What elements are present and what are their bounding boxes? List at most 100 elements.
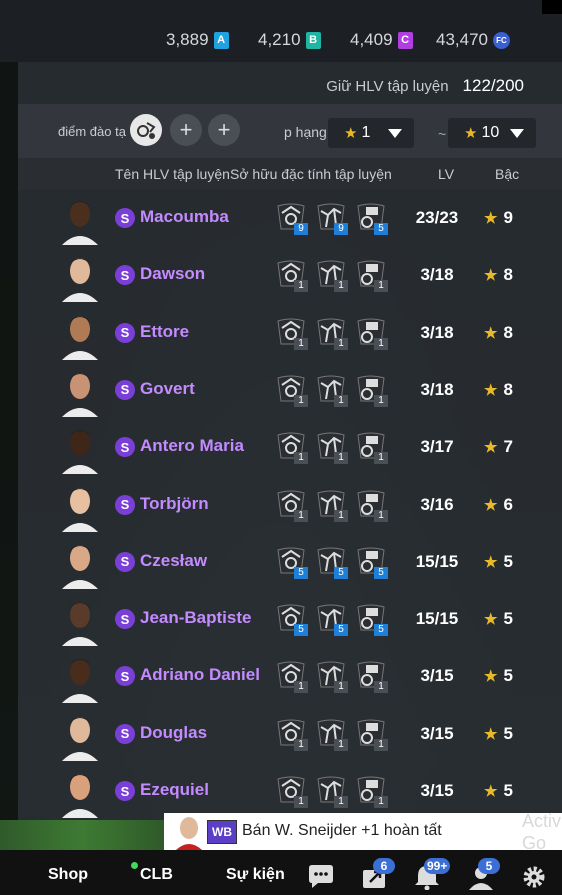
coach-name: Douglas [140,722,208,742]
filter-bar: điểm đào tạ + + p hạng ★ 1 ~ ★ 10 [18,104,562,158]
add-trait-filter-button[interactable]: + [170,114,202,146]
coach-avatar [62,258,98,303]
trait-level: 1 [294,681,308,694]
notification-toast[interactable]: WB Bán W. Sneijder +1 hoàn tất [164,813,562,850]
coach-row[interactable]: S Jean-Baptiste 5 5 5 15/15 ★ 5 [18,592,562,649]
trait-level: 1 [294,452,308,465]
trait-badge: 1 [276,318,308,350]
coach-grade-badge: S [115,551,135,572]
coach-row[interactable]: S Govert 1 1 1 3/18 ★ 8 [18,363,562,420]
trait-badge: 1 [316,318,348,350]
col-name[interactable]: Tên HLV tập luyện [115,166,230,182]
coach-name: Czesław [140,550,208,570]
trait-level: 1 [374,509,388,522]
coach-level: 3/15 [420,723,454,743]
coach-row[interactable]: S Antero Maria 1 1 1 3/17 ★ 7 [18,420,562,477]
col-traits[interactable]: Sở hữu đặc tính tập luyện [230,166,392,182]
coach-level: 15/15 [415,609,459,629]
col-lv[interactable]: LV [438,166,454,182]
trait-level: 1 [294,509,308,522]
coach-traits: 5 5 5 [276,604,388,637]
coach-grade-badge: S [115,666,135,687]
nav-clb[interactable]: CLB [140,866,173,884]
currency-1: 4,210 B [258,30,321,50]
nav-shop[interactable]: Shop [48,866,88,884]
coach-traits: 1 1 1 [276,661,388,694]
coach-row[interactable]: S Dawson 1 1 1 3/18 ★ 8 [18,248,562,305]
coach-traits: 1 1 1 [276,375,388,407]
trait-badge: 1 [276,719,308,751]
coach-avatar [62,315,98,360]
wb-badge: WB [207,820,237,844]
coach-grade-badge: S [115,723,135,744]
coach-rank-value: 9 [503,208,513,227]
coach-grade-badge: S [115,322,135,343]
star-icon: ★ [484,267,498,285]
coach-row[interactable]: S Czesław 5 5 5 15/15 ★ 5 [18,535,562,592]
coach-rank-value: 5 [503,551,513,571]
chat-icon[interactable] [306,864,336,890]
coach-name: Antero Maria [140,436,244,456]
coach-row[interactable]: S Macoumba 9 9 5 23/23 ★ 9 [18,191,562,248]
chevron-down-icon [510,129,524,138]
notification-badge: 99+ [424,858,451,874]
currency-0: 3,889 A [166,30,229,50]
coach-grade-badge: S [115,494,135,515]
trait-level: 1 [294,280,308,293]
star-icon: ★ [484,725,498,743]
coach-name: Ezequiel [140,780,209,799]
col-rank[interactable]: Bậc [495,166,519,182]
trait-badge: 1 [276,375,308,407]
coach-rank-value: 8 [503,322,513,342]
left-strip [0,62,18,820]
trait-badge: 1 [316,260,348,293]
trait-level: 5 [294,624,308,637]
nav-events[interactable]: Sự kiện [226,866,285,884]
trait-badge: 1 [316,432,348,465]
star-icon: ★ [484,381,498,399]
trait-level: 1 [334,452,348,465]
star-icon: ★ [464,125,478,142]
trait-badge: 1 [356,318,388,350]
gear-icon[interactable] [519,864,549,890]
star-icon: ★ [484,611,498,629]
coach-rank-value: 8 [503,379,513,399]
trait-badge: 5 [356,203,388,235]
coach-row[interactable]: S Douglas 1 1 1 3/15 ★ 5 [18,707,562,764]
coach-rank: ★ 5 [484,666,513,686]
coach-count-label: Giữ HLV tập luyện [326,78,449,95]
trait-level: 1 [334,394,348,407]
trait-badge: 5 [316,604,348,637]
trait-level: 1 [334,681,348,694]
coach-row[interactable]: S Adriano Daniel 1 1 1 3/15 ★ 5 [18,649,562,706]
trait-badge: 1 [316,776,348,808]
add-trait-filter-button-2[interactable]: + [208,114,240,146]
corner [542,0,562,14]
trait-level: 9 [334,223,348,235]
friends-badge: 5 [478,858,500,874]
coach-rank-value: 5 [503,723,513,743]
trait-level: 1 [294,394,308,407]
coach-level: 15/15 [415,551,459,571]
column-headers: Tên HLV tập luyện Sở hữu đặc tính tập lu… [18,158,562,190]
star-icon: ★ [484,668,498,686]
trait-badge: 5 [356,547,388,579]
currency-3: 43,470 FC [436,30,510,50]
coach-count: Giữ HLV tập luyện 122/200 [326,76,524,96]
coach-grade-badge: S [115,609,135,630]
rank-to-dropdown[interactable]: ★ 10 [448,118,536,148]
trait-level: 1 [374,394,388,407]
coach-rank-value: 5 [503,609,513,629]
coach-row[interactable]: S Torbjörn 1 1 1 3/16 ★ 6 [18,478,562,535]
coach-name: Dawson [140,264,206,284]
coach-rank-value: 8 [503,265,513,285]
trait-badge: 5 [276,604,308,637]
trait-level: 5 [334,566,348,579]
trait-level: 1 [334,337,348,350]
currency-value: 4,409 [350,30,393,49]
trait-filter-selected[interactable] [130,114,162,146]
coach-traits: 1 1 1 [276,776,388,808]
coach-row[interactable]: S Ettore 1 1 1 3/18 ★ 8 [18,306,562,363]
rank-from-dropdown[interactable]: ★ 1 [328,118,414,148]
coach-rank: ★ 5 [484,552,513,572]
